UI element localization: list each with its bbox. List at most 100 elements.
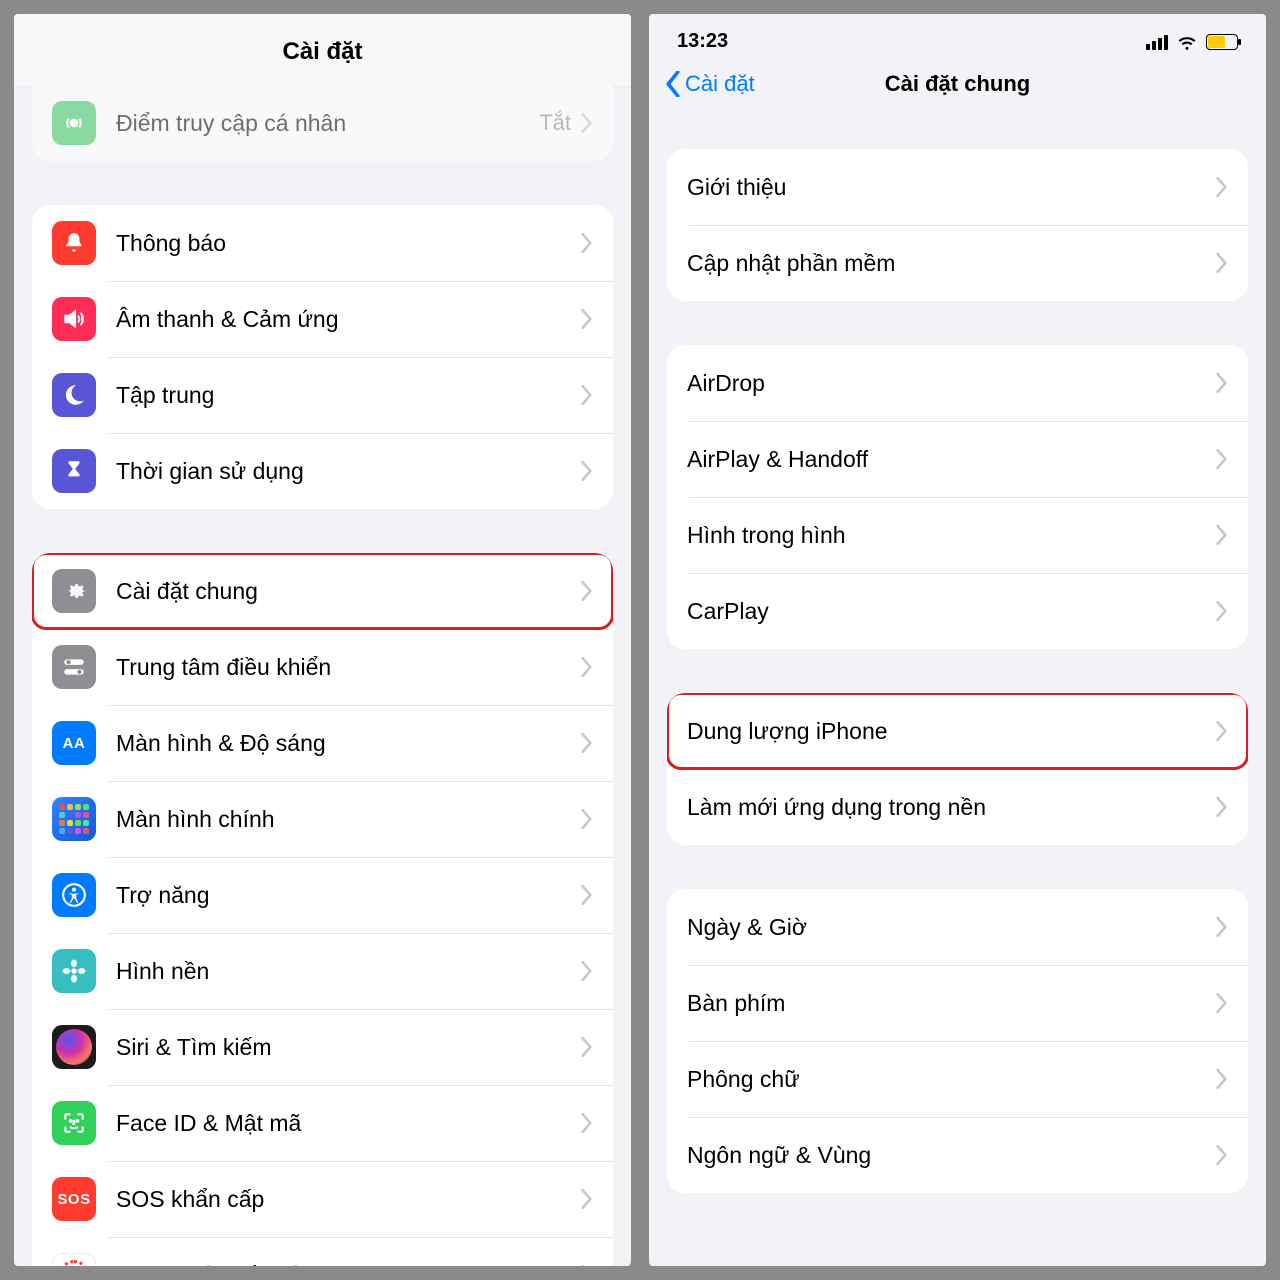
faceid-icon <box>52 1101 96 1145</box>
back-button[interactable]: Cài đặt <box>665 71 755 97</box>
row-wallpaper[interactable]: Hình nền <box>32 933 613 1009</box>
chevron-right-icon <box>1216 449 1228 469</box>
row-general[interactable]: Cài đặt chung <box>32 553 613 629</box>
general-list[interactable]: Giới thiệu Cập nhật phần mềm AirDrop AirPl… <box>649 115 1266 1266</box>
row-label: Âm thanh & Cảm ứng <box>116 306 581 333</box>
row-label: Thông báo tiếp xúc <box>116 1262 581 1267</box>
row-language[interactable]: Ngôn ngữ & Vùng <box>667 1117 1248 1193</box>
row-value: Tắt <box>539 110 571 136</box>
row-airplay[interactable]: AirPlay & Handoff <box>667 421 1248 497</box>
chevron-right-icon <box>1216 917 1228 937</box>
row-focus[interactable]: Tập trung <box>32 357 613 433</box>
chevron-right-icon <box>581 1113 593 1133</box>
hotspot-icon <box>52 101 96 145</box>
row-display[interactable]: AAMàn hình & Độ sáng <box>32 705 613 781</box>
row-label: Thông báo <box>116 230 581 257</box>
row-label: Siri & Tìm kiếm <box>116 1034 581 1061</box>
row-screentime[interactable]: Thời gian sử dụng <box>32 433 613 509</box>
row-label: Dung lượng iPhone <box>687 718 1216 745</box>
row-label: Phông chữ <box>687 1066 1216 1093</box>
row-about[interactable]: Giới thiệu <box>667 149 1248 225</box>
status-indicators <box>1146 31 1238 53</box>
chevron-right-icon <box>1216 373 1228 393</box>
display-icon: AA <box>52 721 96 765</box>
row-storage[interactable]: Dung lượng iPhone <box>667 693 1248 769</box>
row-airdrop[interactable]: AirDrop <box>667 345 1248 421</box>
row-label: Màn hình chính <box>116 806 581 833</box>
general-settings-screen: 13:23 Cài đặt Cài đặt chung Giới thiệuCậ… <box>649 14 1266 1266</box>
row-label: Tập trung <box>116 382 581 409</box>
page-title: Cài đặt <box>14 14 631 87</box>
row-label: Làm mới ứng dụng trong nền <box>687 794 1216 821</box>
chevron-right-icon <box>1216 1145 1228 1165</box>
chevron-right-icon <box>581 113 593 133</box>
row-software-update[interactable]: Cập nhật phần mềm <box>667 225 1248 301</box>
row-label: Điểm truy cập cá nhân <box>116 110 539 137</box>
row-label: Cài đặt chung <box>116 578 581 605</box>
chevron-right-icon <box>581 385 593 405</box>
sounds-icon <box>52 297 96 341</box>
row-accessibility[interactable]: Trợ năng <box>32 857 613 933</box>
row-control-center[interactable]: Trung tâm điều khiển <box>32 629 613 705</box>
row-label: Face ID & Mật mã <box>116 1110 581 1137</box>
row-label: Ngày & Giờ <box>687 914 1216 941</box>
row-label: Hình trong hình <box>687 522 1216 549</box>
chevron-right-icon <box>1216 253 1228 273</box>
sos-icon: SOS <box>52 1177 96 1221</box>
chevron-right-icon <box>581 1265 593 1266</box>
general-icon <box>52 569 96 613</box>
row-notifications[interactable]: Thông báo <box>32 205 613 281</box>
settings-group-1: Thông báo Âm thanh & Cảm ứng Tập trung Thời… <box>32 205 613 509</box>
row-sounds[interactable]: Âm thanh & Cảm ứng <box>32 281 613 357</box>
chevron-right-icon <box>1216 525 1228 545</box>
wallpaper-icon <box>52 949 96 993</box>
general-group-4: Ngày & Giờ Bàn phím Phông chữ Ngôn ngữ & Vù… <box>667 889 1248 1193</box>
chevron-right-icon <box>581 809 593 829</box>
row-date-time[interactable]: Ngày & Giờ <box>667 889 1248 965</box>
status-time: 13:23 <box>677 30 728 53</box>
back-label: Cài đặt <box>685 71 755 97</box>
row-label: CarPlay <box>687 598 1216 625</box>
chevron-right-icon <box>581 309 593 329</box>
row-label: Ngôn ngữ & Vùng <box>687 1142 1216 1169</box>
row-exposure[interactable]: Thông báo tiếp xúc <box>32 1237 613 1266</box>
row-label: Giới thiệu <box>687 174 1216 201</box>
row-bg-refresh[interactable]: Làm mới ứng dụng trong nền <box>667 769 1248 845</box>
row-faceid[interactable]: Face ID & Mật mã <box>32 1085 613 1161</box>
settings-group-partial: Điểm truy cập cá nhân Tắt <box>32 85 613 161</box>
chevron-right-icon <box>1216 1069 1228 1089</box>
chevron-right-icon <box>581 657 593 677</box>
row-label: SOS khẩn cấp <box>116 1186 581 1213</box>
control-center-icon <box>52 645 96 689</box>
chevron-right-icon <box>1216 601 1228 621</box>
row-carplay[interactable]: CarPlay <box>667 573 1248 649</box>
chevron-right-icon <box>581 233 593 253</box>
screentime-icon <box>52 449 96 493</box>
settings-list[interactable]: Điểm truy cập cá nhân Tắt Thông báo Âm th… <box>14 85 631 1266</box>
chevron-right-icon <box>1216 993 1228 1013</box>
settings-group-2: Cài đặt chungTrung tâm điều khiểnAAMàn h… <box>32 553 613 1266</box>
general-group-1: Giới thiệu Cập nhật phần mềm <box>667 149 1248 301</box>
row-pip[interactable]: Hình trong hình <box>667 497 1248 573</box>
chevron-right-icon <box>1216 797 1228 817</box>
focus-icon <box>52 373 96 417</box>
row-home-screen[interactable]: Màn hình chính <box>32 781 613 857</box>
chevron-right-icon <box>581 581 593 601</box>
row-fonts[interactable]: Phông chữ <box>667 1041 1248 1117</box>
siri-icon <box>52 1025 96 1069</box>
settings-screen: Cài đặt Điểm truy cập cá nhân Tắt Thông … <box>14 14 631 1266</box>
row-label: AirDrop <box>687 370 1216 397</box>
home-screen-icon <box>52 797 96 841</box>
accessibility-icon <box>52 873 96 917</box>
exposure-icon <box>52 1253 96 1266</box>
chevron-right-icon <box>1216 177 1228 197</box>
row-label: Trung tâm điều khiển <box>116 654 581 681</box>
chevron-right-icon <box>1216 721 1228 741</box>
cellular-signal-icon <box>1146 34 1168 50</box>
row-keyboard[interactable]: Bàn phím <box>667 965 1248 1041</box>
row-label: Bàn phím <box>687 990 1216 1017</box>
chevron-right-icon <box>581 1189 593 1209</box>
row-personal-hotspot[interactable]: Điểm truy cập cá nhân Tắt <box>32 85 613 161</box>
row-sos[interactable]: SOS SOS khẩn cấp <box>32 1161 613 1237</box>
row-siri[interactable]: Siri & Tìm kiếm <box>32 1009 613 1085</box>
